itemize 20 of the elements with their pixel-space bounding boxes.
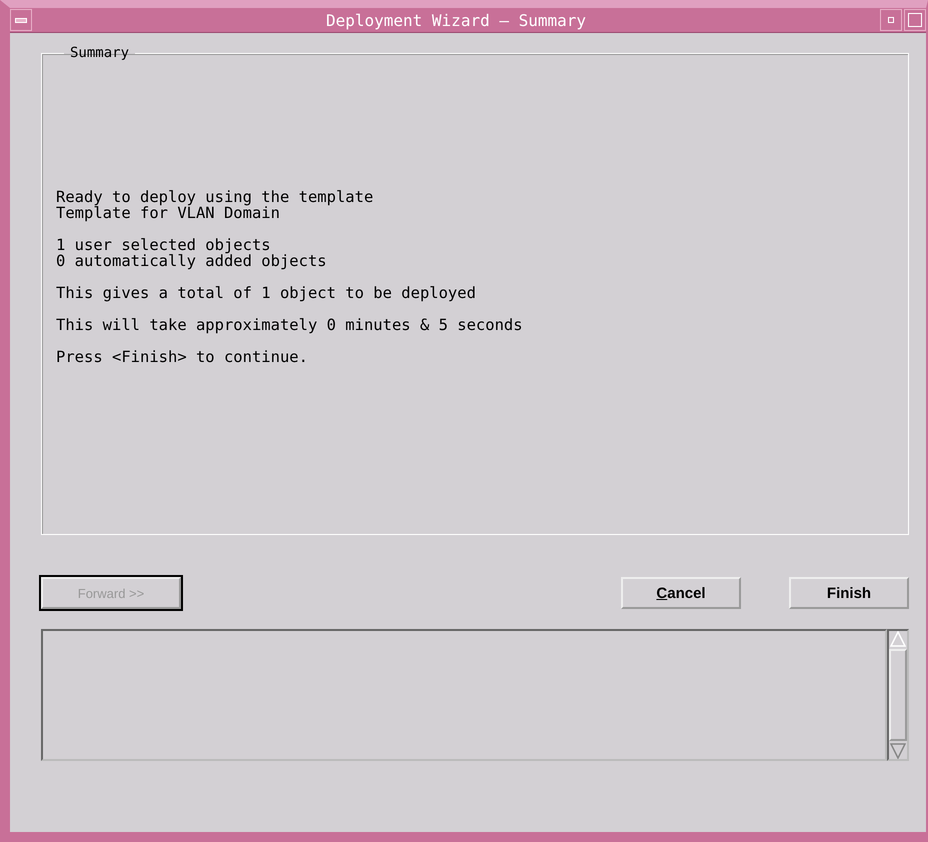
menu-icon	[15, 18, 27, 22]
summary-text: Press <Finish> to continue.	[56, 349, 309, 365]
minimize-button[interactable]	[880, 9, 902, 31]
summary-text: 0 automatically added objects	[56, 253, 328, 269]
summary-text: Template for VLAN Domain	[56, 205, 281, 221]
scrollbar[interactable]	[887, 629, 909, 761]
window-menu-button[interactable]	[10, 9, 32, 31]
group-legend: Summary	[64, 45, 136, 61]
scroll-down-icon[interactable]	[890, 743, 906, 759]
summary-text: 1 user selected objects	[56, 237, 272, 253]
summary-text: This gives a total of 1 object to be deployed	[56, 285, 477, 301]
maximize-icon	[908, 13, 922, 27]
minimize-icon	[888, 17, 894, 23]
summary-text: Ready to deploy using the template	[56, 189, 374, 205]
summary-text: This will take approximately 0 minutes & 5 seconds	[56, 317, 524, 333]
window-title: Deployment Wizard — Summary	[324, 10, 588, 30]
dialog-button[interactable]: Cancel	[621, 577, 741, 609]
dialog-button[interactable]: Finish	[789, 577, 909, 609]
maximize-button[interactable]	[904, 9, 926, 31]
scrollbar-thumb[interactable]	[889, 649, 907, 741]
